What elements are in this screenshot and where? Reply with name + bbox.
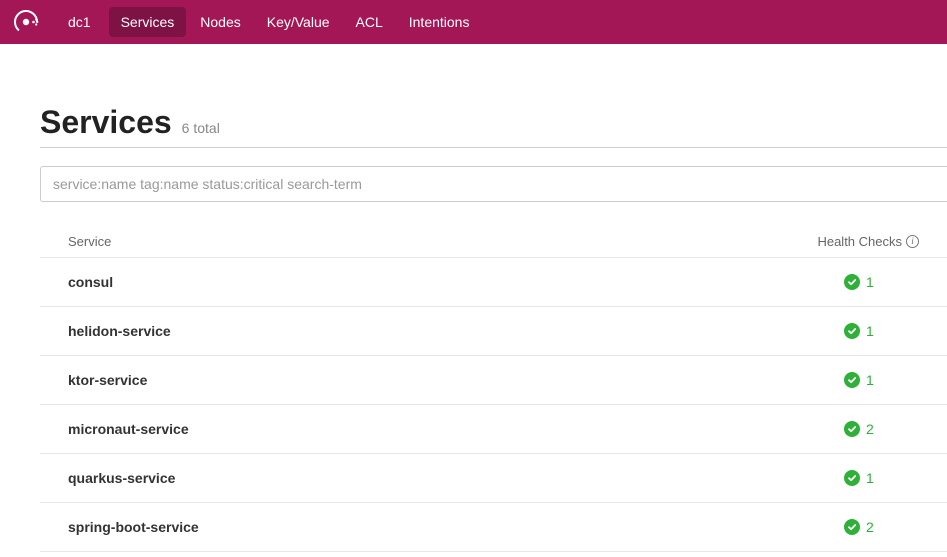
service-name: quarkus-service	[68, 470, 175, 486]
nav-nodes[interactable]: Nodes	[188, 7, 252, 37]
table-row[interactable]: helidon-service 1	[40, 307, 947, 356]
topbar: dc1 ServicesNodesKey/ValueACLIntentions	[0, 0, 947, 44]
search-input[interactable]	[40, 166, 947, 202]
nav-acl[interactable]: ACL	[344, 7, 395, 37]
health-status: 1	[844, 274, 919, 290]
health-status: 2	[844, 519, 919, 535]
check-passing-icon	[844, 519, 860, 535]
service-name: micronaut-service	[68, 421, 189, 437]
health-count: 1	[866, 372, 874, 388]
table-row[interactable]: quarkus-service 1	[40, 454, 947, 503]
health-count: 1	[866, 470, 874, 486]
service-name: helidon-service	[68, 323, 171, 339]
page-subtitle: 6 total	[182, 120, 220, 136]
table-row[interactable]: consul 1	[40, 258, 947, 307]
check-passing-icon	[844, 421, 860, 437]
datacenter-selector[interactable]: dc1	[56, 7, 103, 37]
check-passing-icon	[844, 323, 860, 339]
health-status: 2	[844, 421, 919, 437]
service-name: consul	[68, 274, 113, 290]
health-count: 1	[866, 323, 874, 339]
table-row[interactable]: ktor-service 1	[40, 356, 947, 405]
service-name: ktor-service	[68, 372, 147, 388]
health-status: 1	[844, 372, 919, 388]
col-health: Health Checks i	[817, 234, 919, 249]
health-status: 1	[844, 323, 919, 339]
main-content: Services 6 total Service Health Checks i…	[0, 44, 947, 552]
check-passing-icon	[844, 274, 860, 290]
col-health-label: Health Checks	[817, 234, 902, 249]
table-header: Service Health Checks i	[40, 226, 947, 258]
service-name: spring-boot-service	[68, 519, 199, 535]
health-count: 1	[866, 274, 874, 290]
health-count: 2	[866, 519, 874, 535]
nav-services[interactable]: Services	[109, 7, 187, 37]
table-row[interactable]: spring-boot-service 2	[40, 503, 947, 552]
health-status: 1	[844, 470, 919, 486]
services-table: Service Health Checks i consul1helidon-s…	[40, 226, 947, 552]
consul-logo-icon	[12, 8, 40, 36]
table-row[interactable]: micronaut-service 2	[40, 405, 947, 454]
nav-key-value[interactable]: Key/Value	[255, 7, 342, 37]
nav-intentions[interactable]: Intentions	[397, 7, 482, 37]
check-passing-icon	[844, 372, 860, 388]
col-service: Service	[68, 234, 111, 249]
check-passing-icon	[844, 470, 860, 486]
search-container	[40, 166, 947, 202]
page-title: Services	[40, 104, 172, 141]
page-header: Services 6 total	[40, 104, 947, 148]
info-icon[interactable]: i	[906, 235, 919, 248]
health-count: 2	[866, 421, 874, 437]
